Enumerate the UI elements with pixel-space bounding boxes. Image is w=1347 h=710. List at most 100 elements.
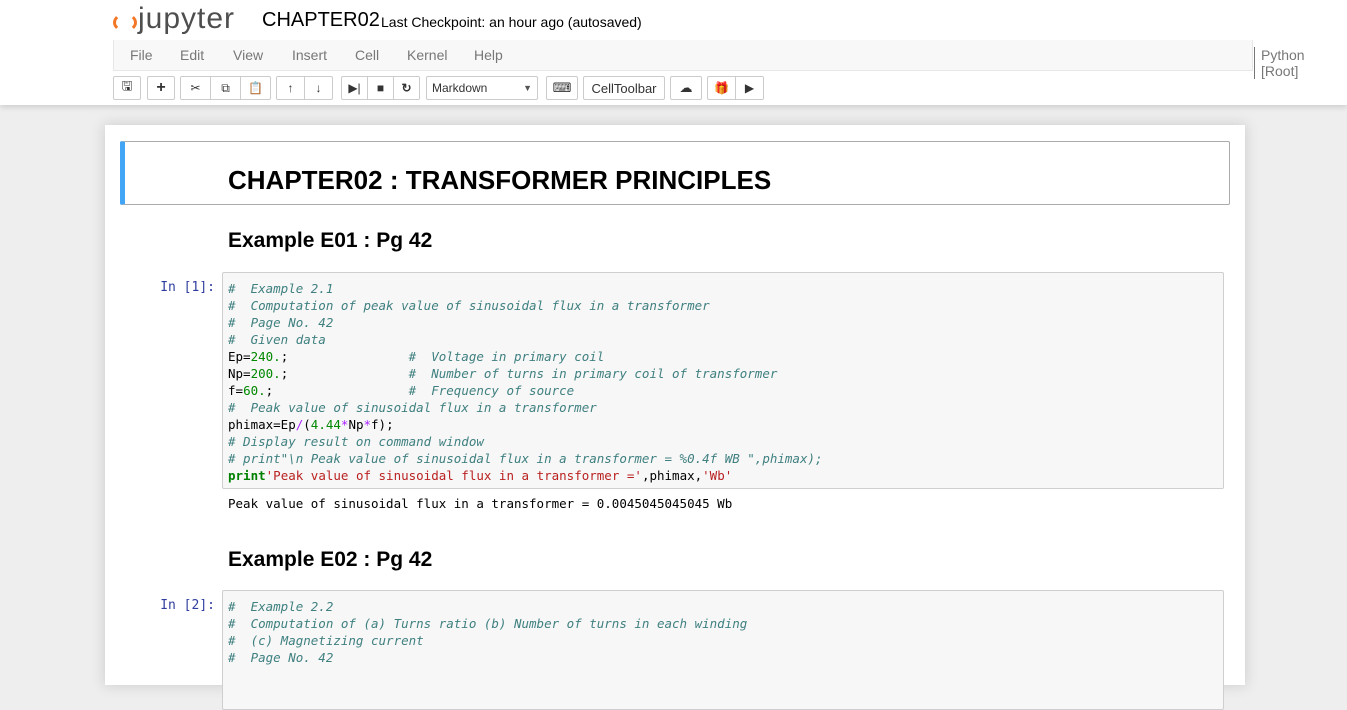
notebook-name[interactable]: CHAPTER02 (262, 9, 380, 32)
code-token: ,phimax, (641, 468, 703, 483)
plus-icon: + (156, 79, 166, 96)
code-token: ; (280, 349, 409, 364)
restart-button[interactable]: ↻ (393, 76, 420, 100)
example-heading[interactable]: Example E02 : Pg 42 (228, 548, 432, 572)
code-token: phimax=Ep (228, 417, 296, 432)
menu-insert[interactable]: Insert (292, 47, 327, 63)
code-token: print (228, 468, 266, 483)
code-token: 240. (250, 349, 281, 364)
code-token: # Computation of (a) Turns ratio (b) Num… (228, 616, 748, 631)
code-line: # Computation of peak value of sinusoida… (228, 297, 1218, 314)
kernel-name: Python [Root] (1254, 47, 1305, 79)
code-token: 'Wb' (702, 468, 733, 483)
code-line: phimax=Ep/(4.44*Np*f); (228, 416, 1218, 433)
logo-text: jupyter (138, 2, 236, 35)
code-token: # Page No. 42 (228, 315, 334, 330)
publish-button[interactable]: ☁ (670, 76, 702, 100)
code-token: # Page No. 42 (228, 650, 334, 665)
code-token: Ep= (228, 349, 251, 364)
menu-help[interactable]: Help (474, 47, 503, 63)
arrow-up-icon: ↑ (287, 81, 294, 95)
code-line: print'Peak value of sinusoidal flux in a… (228, 467, 1218, 484)
cell-type-select[interactable]: Markdown ▼ (426, 76, 538, 100)
code-token: # Example 2.1 (228, 281, 334, 296)
checkpoint-status: Last Checkpoint: an hour ago (autosaved) (381, 14, 642, 30)
menu-cell[interactable]: Cell (355, 47, 379, 63)
code-line: f=60.; # Frequency of source (228, 382, 1218, 399)
code-line: # Given data (228, 331, 1218, 348)
code-token: # Display result on command window (228, 434, 484, 449)
code-token: Np= (228, 366, 251, 381)
code-token: ( (303, 417, 311, 432)
celltoolbar-button[interactable]: CellToolbar (583, 76, 665, 100)
play-icon: ▶ (744, 81, 755, 95)
copy-button[interactable]: ⧉ (210, 76, 241, 100)
heading-cell[interactable]: CHAPTER02 : TRANSFORMER PRINCIPLES (120, 141, 1230, 205)
code-token: # print"\n Peak value of sinusoidal flux… (228, 451, 823, 466)
move-up-button[interactable]: ↑ (276, 76, 305, 100)
code-token: ; (265, 383, 409, 398)
header: jupyter CHAPTER02 Last Checkpoint: an ho… (0, 0, 1347, 105)
copy-icon: ⧉ (221, 80, 230, 95)
stop-icon: ■ (376, 81, 385, 95)
input-prompt: In [1]: (160, 280, 215, 295)
keyboard-icon: ⌨ (552, 80, 572, 95)
save-button[interactable]: 🖫 (113, 76, 141, 100)
code-token: # Frequency of source (408, 383, 575, 398)
command-palette-button[interactable]: ⌨ (546, 76, 578, 100)
code-token: 60. (243, 383, 266, 398)
code-line: # Display result on command window (228, 433, 1218, 450)
cell-output: Peak value of sinusoidal flux in a trans… (228, 496, 733, 511)
input-prompt: In [2]: (160, 598, 215, 613)
menu-file[interactable]: File (130, 47, 153, 63)
code-token: # Peak value of sinusoidal flux in a tra… (228, 400, 597, 415)
menu-view[interactable]: View (233, 47, 263, 63)
run-button[interactable]: ▶| (341, 76, 368, 100)
restart-icon: ↻ (401, 81, 412, 95)
interrupt-button[interactable]: ■ (367, 76, 394, 100)
code-cell[interactable]: # Example 2.1 # Computation of peak value… (222, 272, 1224, 489)
code-line: # Page No. 42 (228, 314, 1218, 331)
code-token: f= (228, 383, 244, 398)
jupyter-logo[interactable]: jupyter (112, 2, 235, 36)
code-line: # print"\n Peak value of sinusoidal flux… (228, 450, 1218, 467)
cut-button[interactable]: ✂ (180, 76, 211, 100)
code-line: # Example 2.1 (228, 280, 1218, 297)
code-token: f); (371, 417, 394, 432)
code-token: Np (348, 417, 364, 432)
code-token: 4.44 (310, 417, 341, 432)
paste-icon: 📋 (248, 81, 263, 95)
code-line: Ep=240.; # Voltage in primary coil (228, 348, 1218, 365)
cell-type-value: Markdown (432, 81, 488, 95)
code-line: Np=200.; # Number of turns in primary co… (228, 365, 1218, 382)
code-line: # Page No. 42 (228, 649, 1218, 666)
menu-edit[interactable]: Edit (180, 47, 204, 63)
save-icon: 🖫 (121, 78, 133, 93)
gift-button[interactable]: 🎁 (707, 76, 736, 100)
code-token: # Number of turns in primary coil of tra… (408, 366, 778, 381)
code-line: # (c) Magnetizing current (228, 632, 1218, 649)
menu-kernel[interactable]: Kernel (407, 47, 447, 63)
code-token: ; (280, 366, 409, 381)
notebook-container: CHAPTER02 : TRANSFORMER PRINCIPLES Examp… (105, 125, 1245, 710)
example-heading[interactable]: Example E01 : Pg 42 (228, 229, 432, 253)
code-token: 200. (250, 366, 281, 381)
code-token: * (363, 417, 372, 432)
code-token: 'Peak value of sinusoidal flux in a tran… (265, 468, 642, 483)
paste-button[interactable]: 📋 (240, 76, 271, 100)
code-token: # Computation of peak value of sinusoida… (228, 298, 710, 313)
code-line: # Example 2.2 (228, 598, 1218, 615)
code-line: # Computation of (a) Turns ratio (b) Num… (228, 615, 1218, 632)
jupyter-logo-icon (112, 6, 137, 32)
move-down-button[interactable]: ↓ (304, 76, 333, 100)
caret-down-icon: ▼ (523, 83, 532, 93)
notebook-title: CHAPTER02 : TRANSFORMER PRINCIPLES (228, 165, 772, 195)
cloud-upload-icon: ☁ (679, 80, 693, 95)
code-token: # Given data (228, 332, 326, 347)
code-token: # Example 2.2 (228, 599, 334, 614)
insert-cell-button[interactable]: + (147, 76, 175, 100)
gift-icon: 🎁 (714, 81, 729, 95)
code-line: # Peak value of sinusoidal flux in a tra… (228, 399, 1218, 416)
code-cell[interactable]: # Example 2.2 # Computation of (a) Turns … (222, 590, 1224, 710)
slideshow-button[interactable]: ▶ (735, 76, 764, 100)
